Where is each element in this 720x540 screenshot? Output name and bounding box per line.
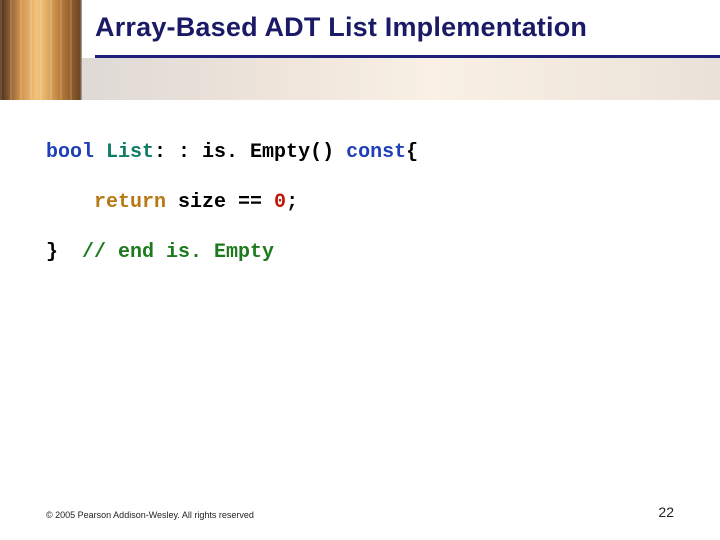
page-number: 22 [658,504,674,520]
slide-footer: © 2005 Pearson Addison-Wesley. All right… [46,504,674,520]
code-number-zero: 0 [274,191,286,214]
code-keyword-return: return [94,191,178,214]
header-decor-icon [0,0,82,100]
code-indent [46,191,94,214]
code-keyword-bool: bool [46,141,106,164]
slide-body: bool List: : is. Empty() const{ return s… [0,140,720,540]
code-method: is. Empty() [202,141,346,164]
code-brace-close: } [46,241,58,264]
code-gap [58,241,82,264]
slide-header: Array-Based ADT List Implementation [0,0,720,100]
code-scope: : : [154,141,202,164]
code-block: bool List: : is. Empty() const{ return s… [46,140,674,265]
code-comment: // end is. Empty [82,241,274,264]
slide: Array-Based ADT List Implementation bool… [0,0,720,540]
code-semicolon: ; [286,191,298,214]
code-type: List [106,141,154,164]
header-gradient-strip [82,58,720,100]
code-expr: size == [178,191,274,214]
slide-title: Array-Based ADT List Implementation [95,12,704,43]
copyright-text: © 2005 Pearson Addison-Wesley. All right… [46,510,254,520]
code-brace-open: { [406,141,418,164]
code-keyword-const: const [346,141,406,164]
